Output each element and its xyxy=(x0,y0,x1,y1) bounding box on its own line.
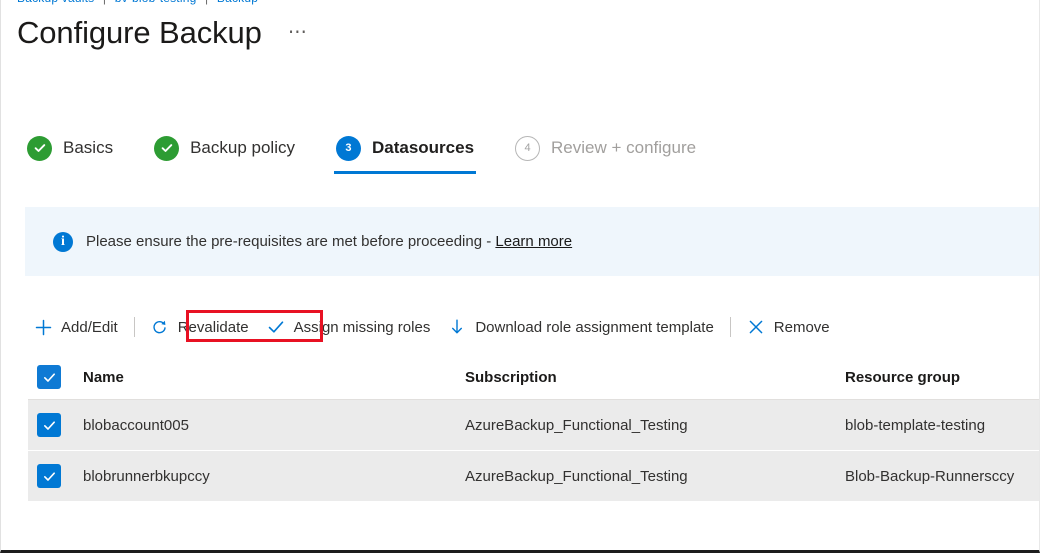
wizard-step-basics[interactable]: Basics xyxy=(25,128,115,168)
download-role-assignment-template-label: Download role assignment template xyxy=(475,319,713,336)
breadcrumb-separator: | xyxy=(103,0,106,5)
cell-subscription: AzureBackup_Functional_Testing xyxy=(465,468,845,485)
row-checkbox[interactable] xyxy=(37,413,61,437)
revalidate-label: Revalidate xyxy=(178,319,249,336)
wizard-step-backup-policy[interactable]: Backup policy xyxy=(152,128,297,168)
breadcrumb-separator: | xyxy=(205,0,208,5)
refresh-icon xyxy=(151,318,169,336)
wizard-step-label: Backup policy xyxy=(190,138,295,158)
row-select-cell xyxy=(28,464,83,488)
remove-label: Remove xyxy=(774,319,830,336)
breadcrumb[interactable]: Backup vaults | bv-blob-testing | Backup xyxy=(17,0,258,5)
page-header: Configure Backup ⋯ xyxy=(17,14,308,52)
prerequisites-info-banner: i Please ensure the pre-requisites are m… xyxy=(25,207,1039,276)
step-number-badge: 3 xyxy=(336,136,361,161)
command-toolbar: Add/Edit Revalidate Assign missing roles xyxy=(25,305,1039,349)
table-row[interactable]: blobrunnerbkupccy AzureBackup_Functional… xyxy=(28,451,1039,502)
breadcrumb-item-0[interactable]: Backup vaults xyxy=(17,0,94,5)
table-header-row: Name Subscription Resource group xyxy=(28,355,1039,400)
info-icon: i xyxy=(53,232,73,252)
add-edit-button[interactable]: Add/Edit xyxy=(25,311,127,343)
datasources-table: Name Subscription Resource group blobacc… xyxy=(28,355,1039,550)
toolbar-separator xyxy=(730,317,731,337)
cell-name: blobaccount005 xyxy=(83,417,465,434)
select-all-checkbox[interactable] xyxy=(37,365,61,389)
select-all-cell xyxy=(28,365,83,389)
row-select-cell xyxy=(28,413,83,437)
wizard-step-datasources[interactable]: 3 Datasources xyxy=(334,128,476,168)
wizard-step-label: Basics xyxy=(63,138,113,158)
add-edit-label: Add/Edit xyxy=(61,319,118,336)
info-banner-message: Please ensure the pre-requisites are met… xyxy=(86,233,491,250)
step-complete-check-icon xyxy=(154,136,179,161)
assign-missing-roles-button[interactable]: Assign missing roles xyxy=(258,311,440,343)
cell-subscription: AzureBackup_Functional_Testing xyxy=(465,417,845,434)
column-header-resource-group[interactable]: Resource group xyxy=(845,369,1039,386)
download-role-assignment-template-button[interactable]: Download role assignment template xyxy=(439,311,722,343)
cell-name: blobrunnerbkupccy xyxy=(83,468,465,485)
learn-more-link[interactable]: Learn more xyxy=(495,233,572,250)
remove-button[interactable]: Remove xyxy=(738,311,839,343)
wizard-step-label: Datasources xyxy=(372,138,474,158)
toolbar-separator xyxy=(134,317,135,337)
breadcrumb-item-2[interactable]: Backup xyxy=(217,0,258,5)
cell-resource-group: blob-template-testing xyxy=(845,417,1039,434)
download-arrow-icon xyxy=(448,318,466,336)
step-number-badge: 4 xyxy=(515,136,540,161)
configure-backup-blade: Backup vaults | bv-blob-testing | Backup… xyxy=(0,0,1040,553)
cell-resource-group: Blob-Backup-Runnersccy xyxy=(845,468,1039,485)
wizard-steps: Basics Backup policy 3 Datasources 4 Rev… xyxy=(25,128,698,176)
row-checkbox[interactable] xyxy=(37,464,61,488)
active-step-underline xyxy=(334,171,476,174)
info-banner-text: Please ensure the pre-requisites are met… xyxy=(86,233,572,250)
breadcrumb-item-1[interactable]: bv-blob-testing xyxy=(115,0,197,5)
wizard-step-review-configure[interactable]: 4 Review + configure xyxy=(513,128,698,168)
assign-missing-roles-label: Assign missing roles xyxy=(294,319,431,336)
close-x-icon xyxy=(747,318,765,336)
more-actions-icon[interactable]: ⋯ xyxy=(288,26,308,40)
column-header-name[interactable]: Name xyxy=(83,369,465,386)
revalidate-button[interactable]: Revalidate xyxy=(142,311,258,343)
plus-icon xyxy=(34,318,52,336)
check-icon xyxy=(267,318,285,336)
page-title: Configure Backup xyxy=(17,14,262,52)
wizard-step-label: Review + configure xyxy=(551,138,696,158)
column-header-subscription[interactable]: Subscription xyxy=(465,369,845,386)
table-row[interactable]: blobaccount005 AzureBackup_Functional_Te… xyxy=(28,400,1039,451)
step-complete-check-icon xyxy=(27,136,52,161)
